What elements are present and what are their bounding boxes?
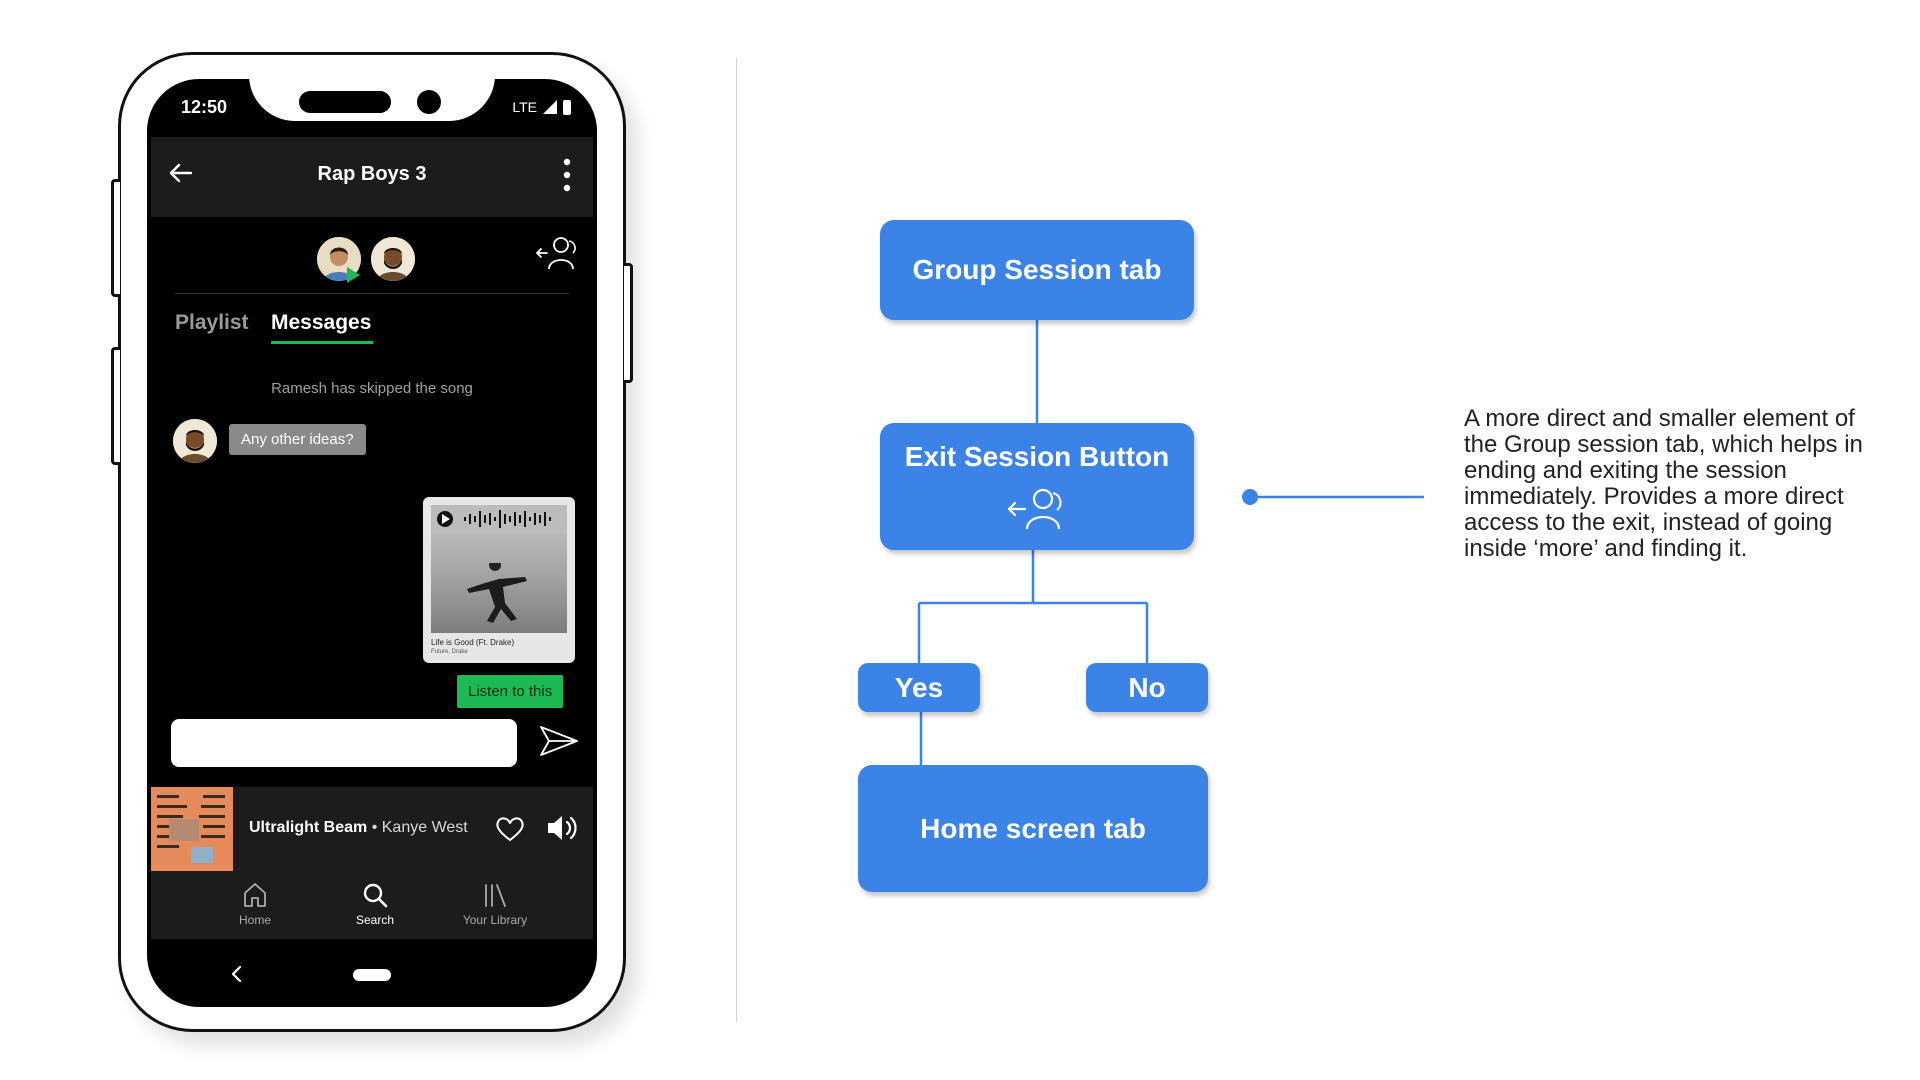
node-no: No [1086, 663, 1208, 712]
node-exit-session-button: Exit Session Button [880, 423, 1194, 550]
annotation-text: A more direct and smaller element of the… [1464, 405, 1863, 562]
node-yes: Yes [858, 663, 980, 712]
node-home-screen-tab: Home screen tab [858, 765, 1208, 892]
connector-exit-to-choices [917, 550, 1149, 663]
node-group-session-tab: Group Session tab [880, 220, 1194, 320]
annotation-dot [1242, 489, 1258, 505]
exit-session-icon [1007, 488, 1062, 529]
node-exit-label: Exit Session Button [904, 440, 1170, 472]
